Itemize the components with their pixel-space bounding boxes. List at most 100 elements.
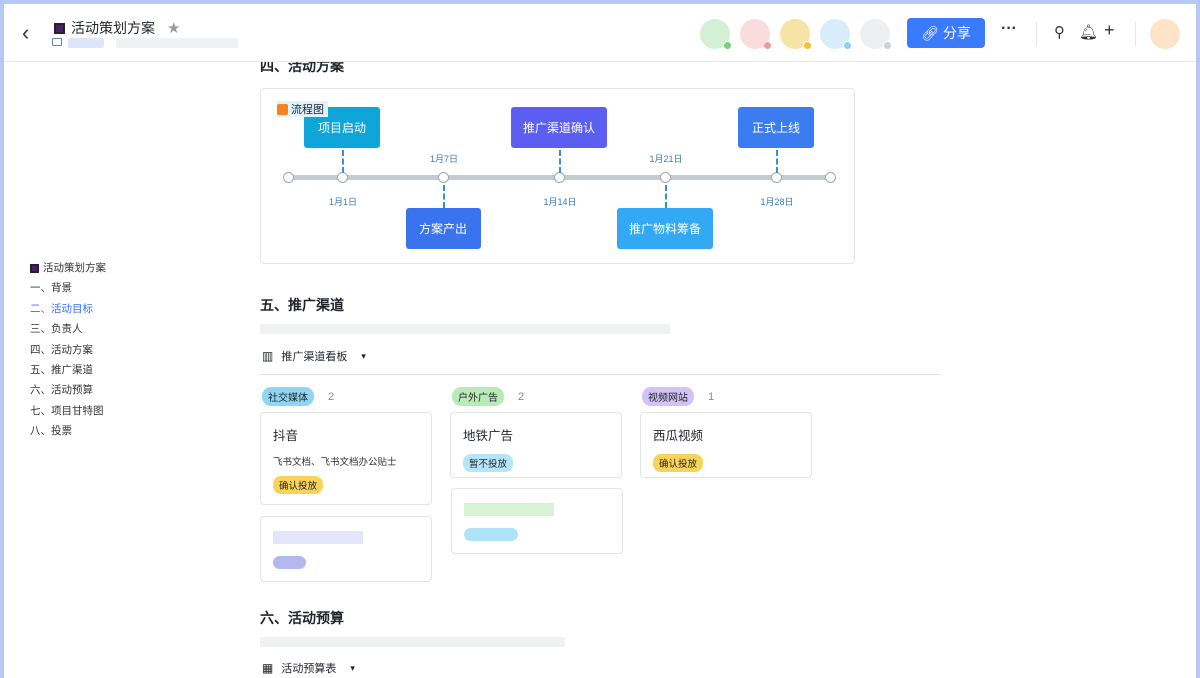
milestone-date: 1月21日 <box>649 154 683 164</box>
column-tag[interactable]: 户外广告 <box>452 387 504 406</box>
status-dot <box>883 41 892 50</box>
timeline-node <box>337 172 348 183</box>
folder-icon[interactable] <box>52 38 62 46</box>
timeline-end-node <box>283 172 294 183</box>
kanban-column-header: 视频网站 1 <box>642 387 714 406</box>
bell-icon[interactable]: 🔔︎ <box>1079 23 1098 41</box>
milestone-date: 1月28日 <box>760 197 794 207</box>
status-badge: 暂不投放 <box>463 454 514 472</box>
toc-item[interactable]: 三、负责人 <box>30 319 106 339</box>
text-placeholder <box>273 531 363 544</box>
collaborator-avatar[interactable] <box>740 19 772 50</box>
table-of-contents: 活动策划方案 一、背景 二、活动目标 三、负责人 四、活动方案 五、推广渠道 六… <box>30 258 106 442</box>
toc-item[interactable]: 八、投票 <box>30 421 106 441</box>
toc-item[interactable]: 四、活动方案 <box>30 340 106 360</box>
section-heading: 五、推广渠道 <box>260 297 344 313</box>
flowchart-icon <box>277 103 288 115</box>
card-title: 地铁广告 <box>463 429 514 443</box>
tag-placeholder <box>273 556 306 569</box>
status-badge: 确认投放 <box>273 476 324 494</box>
text-placeholder <box>464 503 554 516</box>
link-icon: 🔗︎ <box>921 24 939 41</box>
section-heading: 六、活动预算 <box>260 610 344 626</box>
collaborator-avatar[interactable] <box>700 19 732 50</box>
more-button[interactable]: ··· <box>1001 20 1017 38</box>
info-placeholder <box>116 38 238 48</box>
divider <box>1036 22 1037 46</box>
connector-line <box>443 185 445 208</box>
toc-label: 活动策划方案 <box>43 262 106 274</box>
location-placeholder <box>68 38 104 48</box>
divider <box>260 374 940 375</box>
budget-view-switcher[interactable]: ▦ 活动预算表 ▾ <box>262 660 355 676</box>
column-tag[interactable]: 视频网站 <box>642 387 694 406</box>
doc-title-text: 活动策划方案 <box>71 20 155 36</box>
connector-line <box>665 185 667 208</box>
text-placeholder <box>260 324 670 334</box>
placeholder-card[interactable] <box>451 488 623 554</box>
connector-line <box>559 150 561 173</box>
placeholder-card[interactable] <box>260 516 432 582</box>
timeline-end-node <box>825 172 836 183</box>
column-count: 2 <box>518 390 525 403</box>
milestone-date: 1月7日 <box>429 154 459 164</box>
document-window: ‹ 活动策划方案 ★ 🔗︎ 分享 ··· ⚲ 🔔︎ + 活动策划方案 一、背景 二… <box>4 4 1196 678</box>
milestone-box[interactable]: 推广物料筹备 <box>617 208 713 249</box>
milestone-box[interactable]: 推广渠道确认 <box>511 107 607 148</box>
table-icon: ▦ <box>262 661 274 675</box>
star-icon[interactable]: ★ <box>167 19 180 37</box>
toc-item[interactable]: 一、背景 <box>30 278 106 298</box>
collaborator-avatar[interactable] <box>860 19 892 50</box>
status-dot <box>723 41 732 50</box>
share-label: 分享 <box>942 25 971 41</box>
timeline-node <box>438 172 449 183</box>
doc-title[interactable]: 活动策划方案 ★ <box>54 18 180 38</box>
timeline-node <box>660 172 671 183</box>
column-count: 1 <box>708 390 715 403</box>
divider <box>1135 22 1136 46</box>
kanban-card[interactable]: 西瓜视频 确认投放 <box>640 412 812 478</box>
timeline-node <box>771 172 782 183</box>
milestone-box[interactable]: 正式上线 <box>738 107 814 148</box>
card-description: 飞书文档、飞书文档办公贴士 <box>273 457 397 468</box>
toc-item[interactable]: 六、活动预算 <box>30 380 106 400</box>
card-title: 抖音 <box>273 429 299 443</box>
top-bar: ‹ 活动策划方案 ★ 🔗︎ 分享 ··· ⚲ 🔔︎ + <box>4 4 1196 62</box>
collaborator-avatar[interactable] <box>780 19 812 50</box>
status-badge: 确认投放 <box>653 454 704 472</box>
chevron-down-icon: ▾ <box>361 350 366 361</box>
toc-item[interactable]: 活动策划方案 <box>30 258 106 278</box>
toc-item-active[interactable]: 二、活动目标 <box>30 299 106 319</box>
flowchart-label-text: 流程图 <box>291 104 324 116</box>
kanban-card[interactable]: 地铁广告 暂不投放 <box>450 412 622 478</box>
column-count: 2 <box>328 390 335 403</box>
doc-icon <box>30 263 39 273</box>
share-button[interactable]: 🔗︎ 分享 <box>907 18 985 48</box>
doc-icon <box>54 22 65 34</box>
kanban-icon: ▥ <box>262 349 274 363</box>
user-avatar[interactable] <box>1150 19 1180 49</box>
status-dot <box>843 41 852 50</box>
kanban-card[interactable]: 抖音飞书文档、飞书文档办公贴士确认投放 <box>260 412 432 505</box>
card-title: 西瓜视频 <box>653 429 704 443</box>
tag-placeholder <box>464 528 518 541</box>
kanban-view-switcher[interactable]: ▥ 推广渠道看板 ▾ <box>262 348 366 364</box>
kanban-column-header: 社交媒体 2 <box>262 387 334 406</box>
status-dot <box>803 41 812 50</box>
column-tag[interactable]: 社交媒体 <box>262 387 314 406</box>
milestone-date: 1月14日 <box>543 197 577 207</box>
search-icon[interactable]: ⚲ <box>1054 23 1065 41</box>
timeline-node <box>554 172 565 183</box>
text-placeholder <box>260 637 565 647</box>
toc-item[interactable]: 七、项目甘特图 <box>30 401 106 421</box>
plus-icon[interactable]: + <box>1104 20 1115 41</box>
milestone-date: 1月1日 <box>328 197 358 207</box>
milestone-box[interactable]: 方案产出 <box>405 208 481 249</box>
back-button[interactable]: ‹ <box>22 20 29 46</box>
status-dot <box>763 41 772 50</box>
collaborator-avatar[interactable] <box>820 19 852 50</box>
view-label: 推广渠道看板 <box>281 351 348 363</box>
toc-item[interactable]: 五、推广渠道 <box>30 360 106 380</box>
kanban-column-header: 户外广告 2 <box>452 387 524 406</box>
flowchart-label: 流程图 <box>277 101 328 117</box>
